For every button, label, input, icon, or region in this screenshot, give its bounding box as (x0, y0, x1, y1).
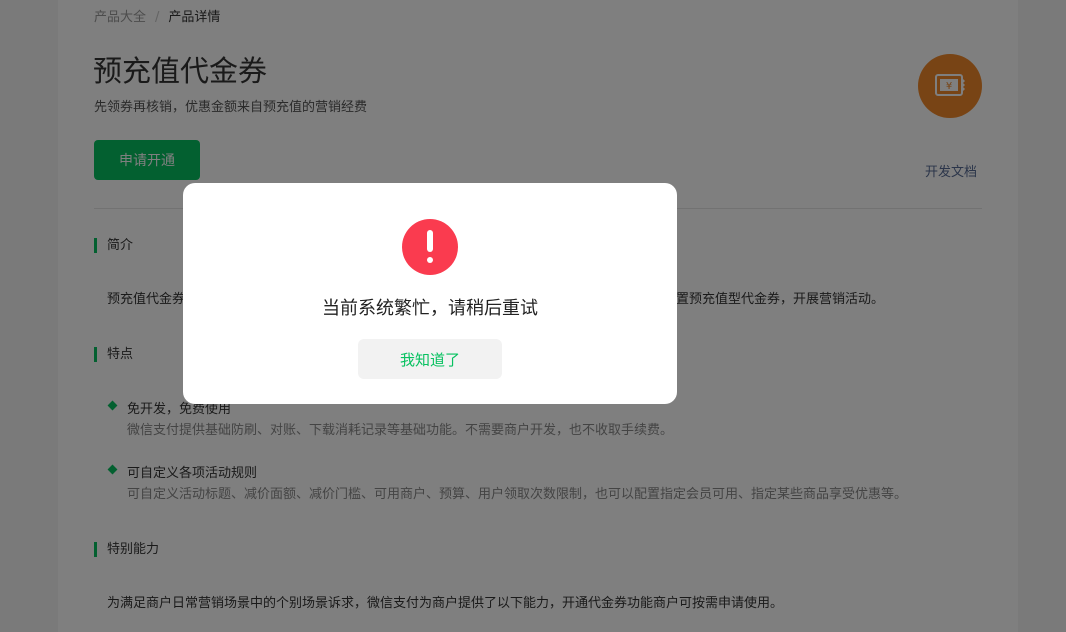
warning-icon (402, 219, 458, 275)
warning-icon-dot (427, 257, 433, 263)
warning-icon-bar (427, 230, 433, 252)
dialog-message: 当前系统繁忙，请稍后重试 (322, 298, 538, 319)
acknowledge-button[interactable]: 我知道了 (358, 339, 502, 379)
error-dialog: 当前系统繁忙，请稍后重试 我知道了 (183, 183, 677, 404)
